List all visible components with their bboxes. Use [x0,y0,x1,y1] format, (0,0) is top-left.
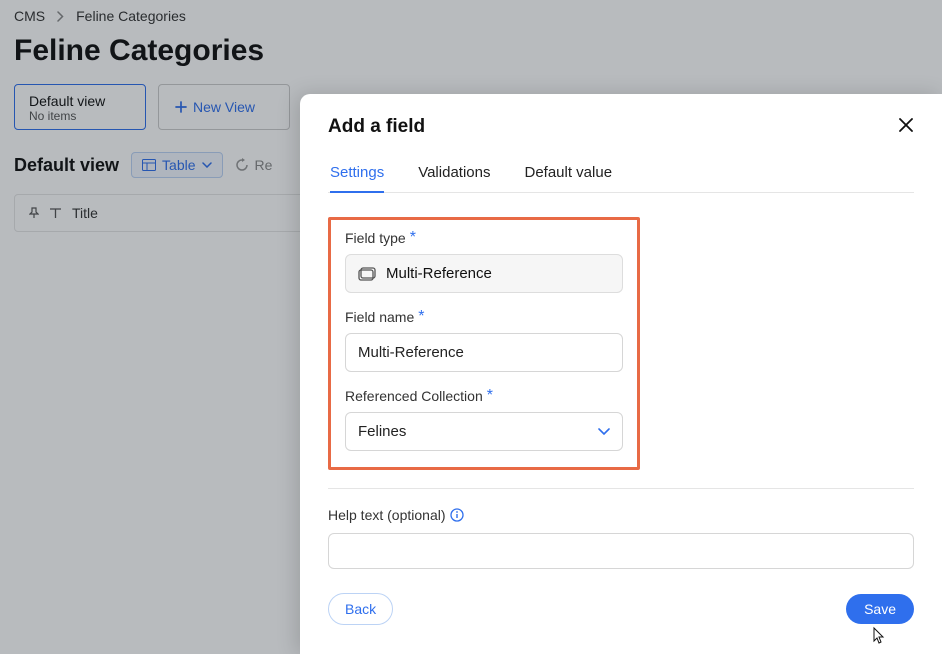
close-icon [898,117,914,133]
close-button[interactable] [898,117,914,138]
multi-reference-icon [358,267,376,281]
save-button[interactable]: Save [846,594,914,624]
required-asterisk: * [410,230,416,246]
cursor-icon [870,626,888,646]
referenced-collection-value: Felines [358,423,406,440]
field-name-label: Field name * [345,309,623,325]
field-type-label-text: Field type [345,230,406,246]
referenced-collection-label-text: Referenced Collection [345,388,483,404]
tab-validations[interactable]: Validations [418,158,490,192]
field-type-value: Multi-Reference [386,265,492,282]
referenced-collection-select[interactable]: Felines [345,412,623,451]
info-icon[interactable] [450,508,464,522]
required-asterisk: * [418,309,424,325]
add-field-modal: Add a field Settings Validations Default… [300,94,942,654]
tab-settings[interactable]: Settings [330,158,384,193]
referenced-collection-label: Referenced Collection * [345,388,623,404]
required-asterisk: * [487,388,493,404]
field-type-label: Field type * [345,230,623,246]
field-name-label-text: Field name [345,309,414,325]
highlight-region: Field type * Multi-Reference Field name … [328,217,640,470]
back-button[interactable]: Back [328,593,393,625]
divider [328,488,914,489]
field-type-select[interactable]: Multi-Reference [345,254,623,293]
help-text-input[interactable] [328,533,914,569]
help-text-label: Help text (optional) [328,507,914,523]
modal-tabs: Settings Validations Default value [328,158,914,193]
chevron-down-icon [598,428,610,435]
field-name-input[interactable] [345,333,623,372]
tab-default-value[interactable]: Default value [524,158,612,192]
modal-title: Add a field [328,116,425,138]
help-text-label-text: Help text (optional) [328,507,446,523]
